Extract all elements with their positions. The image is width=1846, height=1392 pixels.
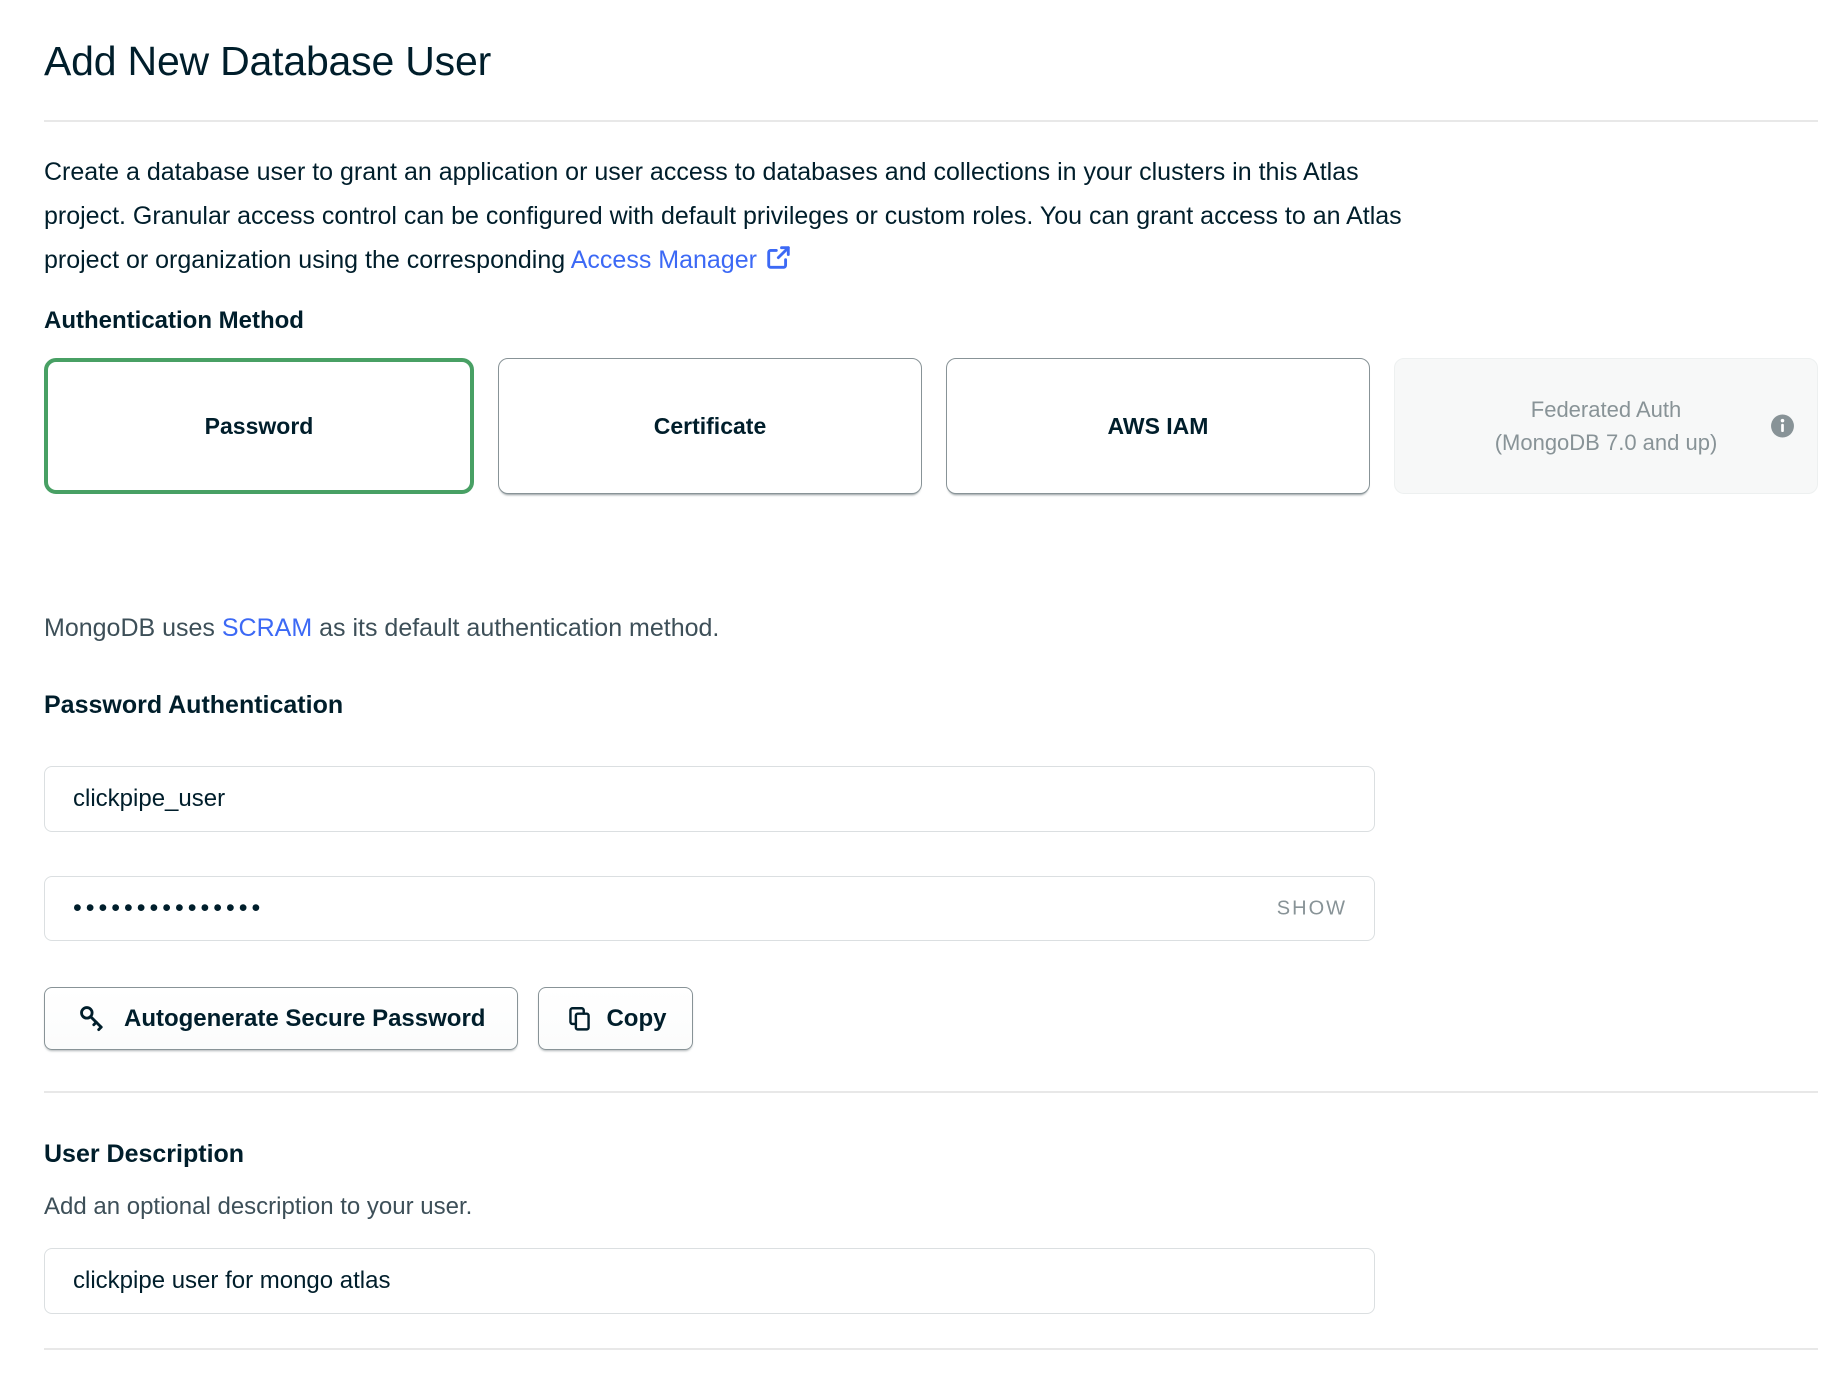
copy-password-button[interactable]: Copy [538,987,693,1050]
password-auth-heading: Password Authentication [44,690,1818,721]
info-icon[interactable] [1770,414,1795,439]
scram-note-after: as its default authentication method. [312,614,719,642]
intro-line-3: project or organization using the corres… [44,246,571,274]
title-divider [44,120,1818,122]
user-description-subtext: Add an optional description to your user… [44,1192,1818,1222]
page-title: Add New Database User [44,36,1818,86]
user-description-input[interactable] [44,1248,1375,1314]
section-divider [44,1091,1818,1093]
auth-option-password-label: Password [205,413,314,440]
auth-method-heading: Authentication Method [44,306,1818,336]
scram-note-before: MongoDB uses [44,614,222,642]
auth-option-certificate[interactable]: Certificate [498,358,922,494]
key-icon [77,1003,108,1034]
access-manager-link-label: Access Manager [571,246,757,274]
username-input[interactable] [44,766,1375,832]
copy-icon [565,1004,594,1033]
copy-button-label: Copy [606,1005,666,1033]
auth-option-aws-iam[interactable]: AWS IAM [946,358,1370,494]
user-description-heading: User Description [44,1139,1818,1170]
password-actions: Autogenerate Secure Password Copy [44,987,1818,1050]
federated-auth-line-2: (MongoDB 7.0 and up) [1495,426,1718,459]
password-input[interactable] [44,876,1375,941]
auth-option-federated-auth-label: Federated Auth (MongoDB 7.0 and up) [1495,393,1718,459]
intro-line-1: Create a database user to grant an appli… [44,158,1359,186]
auth-option-federated-auth: Federated Auth (MongoDB 7.0 and up) [1394,358,1818,494]
auth-option-password[interactable]: Password [44,358,474,494]
access-manager-link[interactable]: Access Manager [571,246,792,274]
autogenerate-password-label: Autogenerate Secure Password [124,1005,485,1033]
password-field-wrapper: SHOW [44,876,1375,941]
intro-line-2: project. Granular access control can be … [44,202,1402,230]
show-password-button[interactable]: SHOW [1277,897,1347,920]
autogenerate-password-button[interactable]: Autogenerate Secure Password [44,987,518,1050]
scram-link[interactable]: SCRAM [222,614,312,642]
federated-auth-line-1: Federated Auth [1531,393,1681,426]
auth-option-certificate-label: Certificate [654,413,766,440]
scram-note: MongoDB uses SCRAM as its default authen… [44,612,1818,644]
external-link-icon [765,244,792,271]
auth-option-aws-iam-label: AWS IAM [1108,413,1209,440]
add-database-user-form: Add New Database User Create a database … [44,36,1818,1350]
intro-paragraph: Create a database user to grant an appli… [44,150,1818,282]
auth-method-options: Password Certificate AWS IAM Federated A… [44,358,1818,494]
bottom-divider [44,1348,1818,1350]
